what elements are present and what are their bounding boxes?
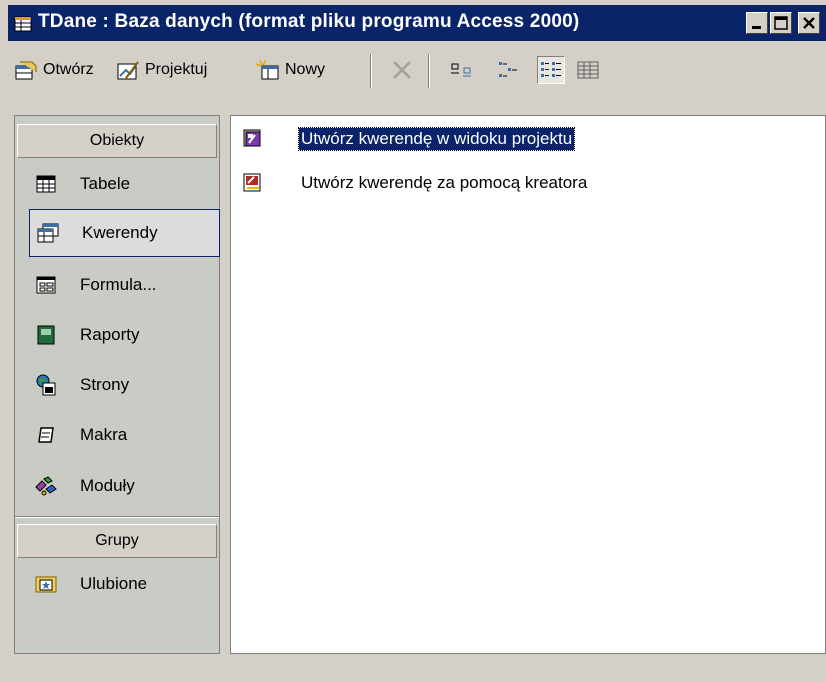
sidebar-item-label: Formula... [80,275,157,294]
database-window: TDane : Baza danych (format pliku progra… [0,0,826,682]
delete-button[interactable] [388,56,416,84]
sidebar-item-label: Moduły [80,476,135,495]
open-button[interactable]: Otwórz [14,50,94,90]
sidebar-item-label: Kwerendy [82,223,158,242]
title-bar[interactable]: TDane : Baza danych (format pliku progra… [8,5,826,41]
sidebar-item-modules[interactable]: Moduły [28,462,219,510]
list-item[interactable]: Utwórz kwerendę za pomocą kreatora [241,170,589,196]
large-icons-view-button[interactable] [448,56,476,84]
list-item[interactable]: Utwórz kwerendę w widoku projektu [241,126,576,152]
close-icon [803,17,815,29]
favorites-folder-icon [34,572,58,596]
new-button[interactable]: Nowy [254,50,325,90]
small-icons-view-button[interactable] [495,56,523,84]
sidebar-item-label: Makra [80,425,128,444]
details-view-button[interactable] [574,56,602,84]
design-icon [117,61,139,80]
sidebar-item-tables[interactable]: Tabele [28,160,219,208]
query-wizard-icon [241,171,265,195]
form-icon [34,273,58,297]
window-title: TDane : Baza danych (format pliku progra… [38,11,580,32]
delete-icon [393,61,411,79]
database-window-icon[interactable] [14,14,32,32]
sidebar-item-reports[interactable]: Raporty [28,311,219,359]
objects-header[interactable]: Obiekty [17,124,217,158]
minimize-button[interactable] [746,12,768,34]
sidebar-item-queries[interactable]: Kwerendy [29,209,220,257]
open-icon [15,61,37,80]
report-icon [34,323,58,347]
sidebar-item-label: Raporty [80,325,140,344]
list-item-label: Utwórz kwerendę za pomocą kreatora [301,173,588,192]
new-label: Nowy [285,61,326,78]
list-view-button[interactable] [537,56,565,84]
objects-list: Utwórz kwerendę w widoku projektu Utwórz… [230,115,826,654]
query-design-icon [241,127,265,151]
minimize-icon [752,26,761,29]
window-bottom-edge [0,660,826,682]
objects-bar: Obiekty Tabele Kwerendy Formula... Rapor… [14,115,220,654]
toolbar-separator [428,54,430,88]
maximize-button[interactable] [770,12,792,34]
open-label: Otwórz [43,61,94,78]
toolbar: Otwórz Projektuj Nowy [8,44,826,112]
details-view-icon [577,61,599,79]
design-label: Projektuj [145,61,208,78]
design-button[interactable]: Projektuj [116,50,207,90]
new-icon [255,59,279,80]
sidebar-item-label: Strony [80,375,130,394]
macro-icon [34,423,58,447]
page-icon [34,373,58,397]
sidebar-item-label: Tabele [80,174,131,193]
sidebar-item-pages[interactable]: Strony [28,361,219,409]
large-icons-view-icon [451,63,471,77]
small-icons-view-icon [499,62,517,77]
sidebar-item-forms[interactable]: Formula... [28,261,219,309]
toolbar-separator [370,54,372,88]
maximize-icon [774,16,788,30]
list-item-label: Utwórz kwerendę w widoku projektu [297,127,576,151]
list-view-icon [541,62,561,77]
module-icon [34,474,58,498]
table-icon [34,172,58,196]
sidebar-item-macros[interactable]: Makra [28,411,219,459]
sidebar-item-label: Ulubione [80,574,148,593]
query-icon [36,221,60,245]
close-button[interactable] [798,12,820,34]
sidebar-item-favorites[interactable]: Ulubione [28,560,219,608]
groups-header[interactable]: Grupy [17,524,217,558]
sidebar-divider [15,516,219,518]
